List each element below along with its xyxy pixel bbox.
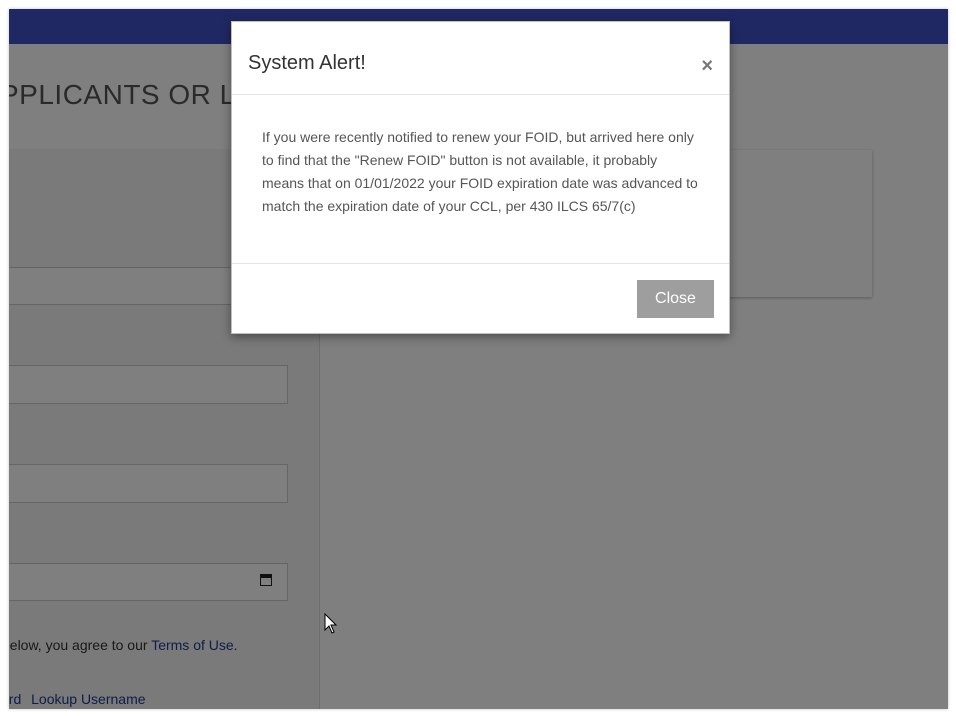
browser-viewport: PPLICANTS OR L below, you agree to our T…	[9, 9, 948, 709]
mouse-cursor-icon	[324, 613, 338, 634]
modal-header: System Alert! ×	[232, 22, 729, 95]
modal-footer: Close	[232, 263, 729, 334]
system-alert-modal: System Alert! × If you were recently not…	[231, 21, 730, 334]
close-button[interactable]: Close	[637, 280, 714, 318]
modal-title: System Alert!	[248, 52, 366, 74]
close-icon[interactable]: ×	[701, 56, 713, 76]
modal-body-text: If you were recently notified to renew y…	[262, 129, 698, 214]
